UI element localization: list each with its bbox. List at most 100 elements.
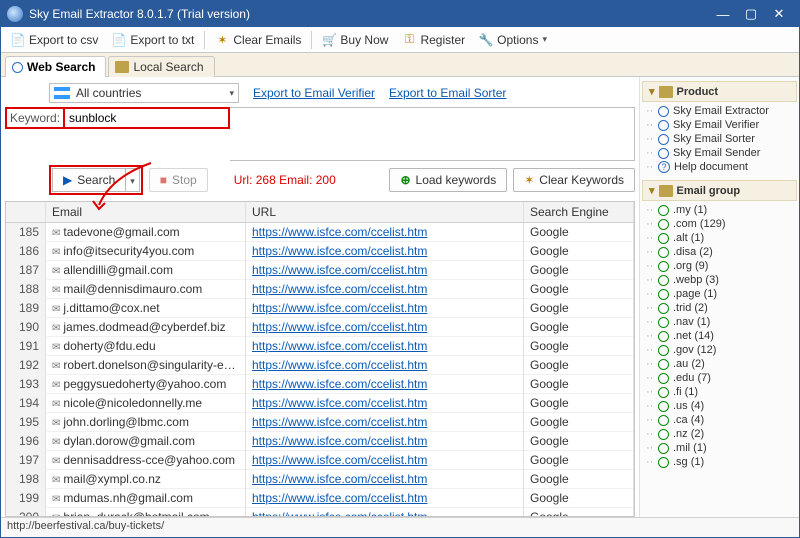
export-csv-button[interactable]: 📄Export to csv: [5, 31, 104, 49]
table-row[interactable]: 200✉brian_durack@hotmail.comhttps://www.…: [6, 508, 634, 516]
group-item[interactable]: .alt (1): [646, 231, 797, 245]
search-button[interactable]: ▶Search: [52, 168, 126, 192]
tab-web-search[interactable]: Web Search: [5, 56, 106, 77]
cell-url[interactable]: https://www.isfce.com/ccelist.htm: [246, 469, 524, 489]
country-dropdown[interactable]: All countries ▾: [49, 83, 239, 103]
close-button[interactable]: ✕: [765, 4, 793, 24]
cell-url[interactable]: https://www.isfce.com/ccelist.htm: [246, 223, 524, 242]
export-sorter-link[interactable]: Export to Email Sorter: [389, 86, 506, 100]
product-item-label: Sky Email Sender: [673, 147, 760, 159]
cell-url[interactable]: https://www.isfce.com/ccelist.htm: [246, 355, 524, 375]
cell-url[interactable]: https://www.isfce.com/ccelist.htm: [246, 450, 524, 470]
product-item[interactable]: Sky Email Sorter: [646, 132, 797, 146]
table-row[interactable]: 196✉dylan.dorow@gmail.comhttps://www.isf…: [6, 432, 634, 451]
plus-icon: ⊕: [400, 173, 410, 187]
group-item[interactable]: .sg (1): [646, 455, 797, 469]
buy-now-button[interactable]: 🛒Buy Now: [316, 31, 394, 49]
cell-url[interactable]: https://www.isfce.com/ccelist.htm: [246, 374, 524, 394]
table-row[interactable]: 197✉dennisaddress-cce@yahoo.comhttps://w…: [6, 451, 634, 470]
table-row[interactable]: 191✉doherty@fdu.eduhttps://www.isfce.com…: [6, 337, 634, 356]
col-number[interactable]: [6, 202, 46, 222]
group-item[interactable]: .mil (1): [646, 441, 797, 455]
group-item-label: .au (2): [673, 358, 705, 370]
globe-icon: [658, 148, 669, 159]
table-row[interactable]: 193✉peggysuedoherty@yahoo.comhttps://www…: [6, 375, 634, 394]
export-verifier-link[interactable]: Export to Email Verifier: [253, 86, 375, 100]
keyword-input[interactable]: [65, 107, 230, 129]
group-item[interactable]: .fi (1): [646, 385, 797, 399]
cell-url[interactable]: https://www.isfce.com/ccelist.htm: [246, 488, 524, 508]
minimize-button[interactable]: —: [709, 4, 737, 24]
table-row[interactable]: 194✉nicole@nicoledonnelly.mehttps://www.…: [6, 394, 634, 413]
product-item[interactable]: Sky Email Extractor: [646, 104, 797, 118]
globe-icon: [658, 317, 669, 328]
export-txt-button[interactable]: 📄Export to txt: [106, 31, 200, 49]
search-dropdown-button[interactable]: ▾: [126, 168, 140, 192]
table-row[interactable]: 187✉allendilli@gmail.comhttps://www.isfc…: [6, 261, 634, 280]
table-row[interactable]: 192✉robert.donelson@singularity-ed…https…: [6, 356, 634, 375]
cell-search-engine: Google: [524, 412, 634, 432]
cell-url[interactable]: https://www.isfce.com/ccelist.htm: [246, 431, 524, 451]
group-item[interactable]: .page (1): [646, 287, 797, 301]
chevron-down-icon: ▾: [542, 34, 547, 45]
group-item[interactable]: .edu (7): [646, 371, 797, 385]
cell-url[interactable]: https://www.isfce.com/ccelist.htm: [246, 279, 524, 299]
col-search-engine[interactable]: Search Engine: [524, 202, 634, 222]
group-item[interactable]: .trid (2): [646, 301, 797, 315]
group-item[interactable]: .webp (3): [646, 273, 797, 287]
group-item[interactable]: .net (14): [646, 329, 797, 343]
keyword-textarea[interactable]: [230, 107, 635, 161]
table-row[interactable]: 190✉james.dodmead@cyberdef.bizhttps://ww…: [6, 318, 634, 337]
group-item-label: .trid (2): [673, 302, 708, 314]
group-item[interactable]: .nav (1): [646, 315, 797, 329]
product-item[interactable]: Sky Email Sender: [646, 146, 797, 160]
load-keywords-button[interactable]: ⊕Load keywords: [389, 168, 507, 192]
tab-local-search[interactable]: Local Search: [108, 56, 214, 77]
group-item[interactable]: .disa (2): [646, 245, 797, 259]
cell-url[interactable]: https://www.isfce.com/ccelist.htm: [246, 393, 524, 413]
group-item[interactable]: .ca (4): [646, 413, 797, 427]
table-row[interactable]: 199✉mdumas.nh@gmail.comhttps://www.isfce…: [6, 489, 634, 508]
group-item-label: .mil (1): [673, 442, 707, 454]
table-row[interactable]: 186✉info@itsecurity4you.comhttps://www.i…: [6, 242, 634, 261]
cell-url[interactable]: https://www.isfce.com/ccelist.htm: [246, 260, 524, 280]
group-item[interactable]: .com (129): [646, 217, 797, 231]
table-row[interactable]: 195✉john.dorling@lbmc.comhttps://www.isf…: [6, 413, 634, 432]
group-item-label: .webp (3): [673, 274, 719, 286]
group-item[interactable]: .us (4): [646, 399, 797, 413]
product-item[interactable]: Sky Email Verifier: [646, 118, 797, 132]
row-number: 185: [6, 223, 46, 242]
maximize-button[interactable]: ▢: [737, 4, 765, 24]
cell-email: ✉mdumas.nh@gmail.com: [46, 488, 246, 508]
product-panel-header[interactable]: ▾Product: [642, 81, 797, 102]
cell-url[interactable]: https://www.isfce.com/ccelist.htm: [246, 241, 524, 261]
table-row[interactable]: 189✉j.dittamo@cox.nethttps://www.isfce.c…: [6, 299, 634, 318]
cell-url[interactable]: https://www.isfce.com/ccelist.htm: [246, 336, 524, 356]
col-url[interactable]: URL: [246, 202, 524, 222]
group-item[interactable]: .my (1): [646, 203, 797, 217]
email-group-panel-header[interactable]: ▾Email group: [642, 180, 797, 201]
clear-emails-button[interactable]: ✶Clear Emails: [209, 31, 307, 49]
table-row[interactable]: 188✉mail@dennisdimauro.comhttps://www.is…: [6, 280, 634, 299]
cell-url[interactable]: https://www.isfce.com/ccelist.htm: [246, 507, 524, 516]
product-item[interactable]: ?Help document: [646, 160, 797, 174]
table-row[interactable]: 198✉mail@xympl.co.nzhttps://www.isfce.co…: [6, 470, 634, 489]
group-item[interactable]: .org (9): [646, 259, 797, 273]
group-item[interactable]: .nz (2): [646, 427, 797, 441]
group-item[interactable]: .gov (12): [646, 343, 797, 357]
cell-url[interactable]: https://www.isfce.com/ccelist.htm: [246, 412, 524, 432]
register-button[interactable]: ⚿Register: [396, 31, 471, 49]
clear-keywords-button[interactable]: ✶Clear Keywords: [513, 168, 635, 192]
chevron-down-icon: ▾: [649, 85, 655, 98]
col-email[interactable]: Email: [46, 202, 246, 222]
cell-url[interactable]: https://www.isfce.com/ccelist.htm: [246, 317, 524, 337]
cell-url[interactable]: https://www.isfce.com/ccelist.htm: [246, 298, 524, 318]
options-button[interactable]: 🔧Options ▾: [473, 31, 553, 49]
group-item[interactable]: .au (2): [646, 357, 797, 371]
folder-icon: [659, 86, 673, 98]
folder-icon: [659, 185, 673, 197]
table-row[interactable]: 185✉tadevone@gmail.comhttps://www.isfce.…: [6, 223, 634, 242]
stop-button[interactable]: ■Stop: [149, 168, 208, 192]
group-item-label: .fi (1): [673, 386, 698, 398]
cell-search-engine: Google: [524, 355, 634, 375]
